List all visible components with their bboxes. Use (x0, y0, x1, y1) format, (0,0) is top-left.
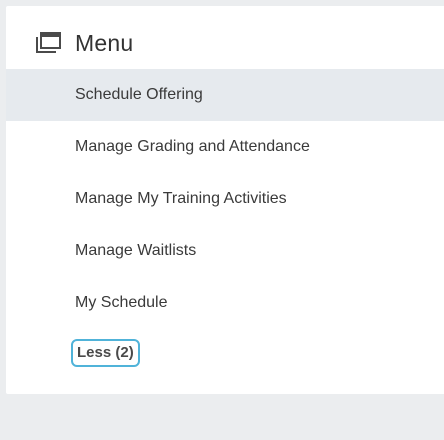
menu-item-manage-grading-and-attendance[interactable]: Manage Grading and Attendance (6, 121, 444, 173)
menu-item-label: Manage My Training Activities (75, 190, 287, 207)
menu-list: Schedule Offering Manage Grading and Att… (6, 69, 444, 329)
window-stack-icon (35, 32, 61, 54)
menu-title: Menu (75, 30, 134, 56)
menu-item-manage-waitlists[interactable]: Manage Waitlists (6, 225, 444, 277)
menu-item-label: My Schedule (75, 294, 168, 311)
menu-item-schedule-offering[interactable]: Schedule Offering (6, 69, 444, 121)
menu-item-my-schedule[interactable]: My Schedule (6, 277, 444, 329)
menu-item-label: Manage Grading and Attendance (75, 138, 310, 155)
menu-item-label: Schedule Offering (75, 86, 203, 103)
menu-item-label: Manage Waitlists (75, 242, 197, 259)
less-button[interactable]: Less (2) (71, 339, 140, 367)
menu-header: Menu (6, 6, 444, 69)
menu-item-manage-my-training-activities[interactable]: Manage My Training Activities (6, 173, 444, 225)
menu-card: Menu Schedule Offering Manage Grading an… (6, 6, 444, 394)
